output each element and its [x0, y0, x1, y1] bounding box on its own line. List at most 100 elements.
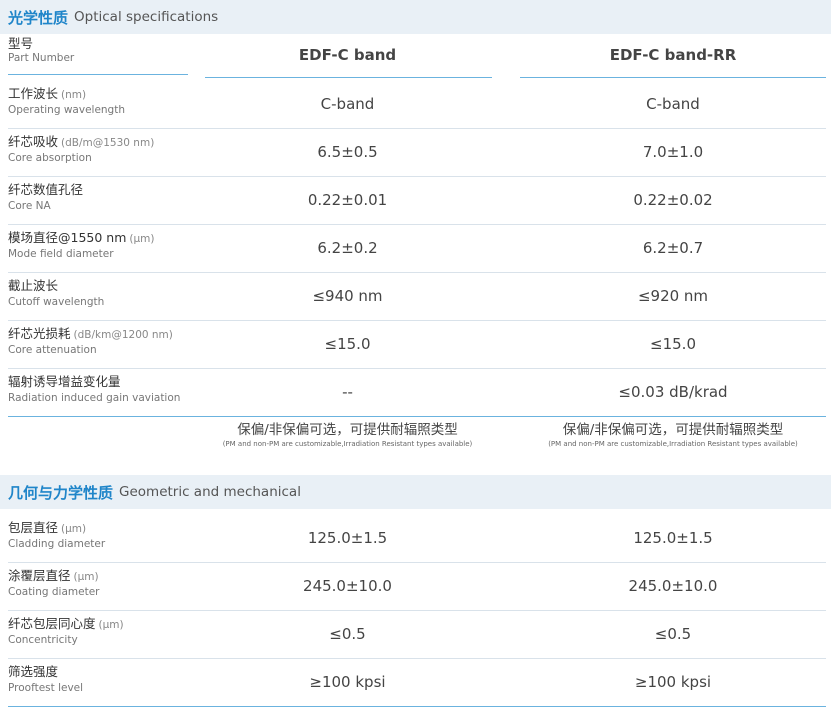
row-label-zh: 辐射诱导增益变化量 — [8, 374, 188, 391]
row-label-zh: 截止波长 — [8, 278, 188, 295]
row-divider — [8, 706, 826, 707]
row-label-en: Concentricity — [8, 634, 78, 646]
row-divider — [8, 610, 826, 611]
row-label-en: Radiation induced gain vaviation — [8, 392, 181, 404]
optical-title-zh: 光学性质 — [8, 8, 69, 27]
row-value-col1: 6.2±0.2 — [317, 239, 378, 257]
row-label-zh-text: 筛选强度 — [8, 664, 59, 679]
note-col1: 保偏/非保偏可选，可提供耐辐照类型 (PM and non-PM are cus… — [200, 422, 495, 449]
row-label-zh-text: 截止波长 — [8, 278, 59, 293]
row-label-zh: 包层直径 (μm) — [8, 520, 188, 537]
table-row: 纤芯数值孔径 Core NA 0.22±0.01 0.22±0.02 — [0, 178, 831, 226]
row-label-zh: 涂覆层直径 (μm) — [8, 568, 188, 585]
row-divider — [8, 224, 826, 225]
part-number-label: 型号 Part Number — [8, 36, 188, 65]
table-row: 模场直径@1550 nm (μm) Mode field diameter 6.2±0… — [0, 226, 831, 274]
row-label: 纤芯光损耗 (dB/km@1200 nm) Core attenuation — [8, 326, 188, 357]
row-value-col1: 125.0±1.5 — [307, 529, 388, 547]
row-value-col1: ≥100 kpsi — [309, 673, 386, 691]
row-label: 筛选强度 Prooftest level — [8, 664, 188, 695]
row-value-col2: ≤15.0 — [650, 335, 696, 353]
optical-section-header: 光学性质 Optical specifications — [0, 0, 831, 34]
row-label-en: Core absorption — [8, 152, 92, 164]
geometric-title-zh: 几何与力学性质 — [8, 483, 114, 502]
row-value-col2: 6.2±0.7 — [642, 239, 704, 257]
table-row: 工作波长 (nm) Operating wavelength C-band C-band — [0, 82, 831, 130]
row-label: 纤芯包层同心度 (μm) Concentricity — [8, 616, 188, 647]
row-value-col2: 7.0±1.0 — [642, 143, 704, 161]
table-row: 纤芯包层同心度 (μm) Concentricity ≤0.5 ≤0.5 — [0, 612, 831, 660]
row-label-zh-text: 纤芯光损耗 — [8, 326, 71, 341]
row-label-zh: 纤芯数值孔径 — [8, 182, 188, 199]
row-label-unit: (μm) — [98, 619, 124, 631]
divider — [205, 77, 492, 78]
row-divider — [8, 128, 826, 129]
row-divider — [8, 272, 826, 273]
row-divider — [8, 320, 826, 321]
divider — [520, 77, 826, 78]
row-label-zh-text: 辐射诱导增益变化量 — [8, 374, 121, 389]
row-label-zh-text: 纤芯包层同心度 — [8, 616, 96, 631]
row-label-en: Operating wavelength — [8, 104, 125, 116]
row-value-col2: ≤920 nm — [637, 287, 709, 305]
row-value-col1: -- — [342, 383, 353, 401]
table-row: 截止波长 Cutoff wavelength ≤940 nm ≤920 nm — [0, 274, 831, 322]
optical-title-en: Optical specifications — [74, 9, 219, 25]
row-label-en: Core attenuation — [8, 344, 97, 356]
row-divider — [8, 562, 826, 563]
row-value-col2: ≥100 kpsi — [634, 673, 712, 691]
note-col1-zh: 保偏/非保偏可选，可提供耐辐照类型 — [237, 422, 458, 438]
geometric-title-en: Geometric and mechanical — [119, 484, 301, 500]
note-col2-en: (PM and non-PM are customizable,Irradiat… — [548, 440, 798, 448]
table-row: 辐射诱导增益变化量 Radiation induced gain vaviatio… — [0, 370, 831, 418]
row-value-col2: 245.0±10.0 — [628, 577, 718, 595]
table-row: 筛选强度 Prooftest level ≥100 kpsi ≥100 kpsi — [0, 660, 831, 708]
row-divider — [8, 658, 826, 659]
row-label-unit: (dB/m@1530 nm) — [61, 137, 155, 149]
row-label-zh-text: 模场直径@1550 nm — [8, 230, 127, 245]
part-number-label-zh: 型号 — [8, 36, 34, 51]
row-value-col2: 0.22±0.02 — [633, 191, 713, 209]
row-value-col2: ≤0.5 — [654, 625, 692, 643]
row-value-col1: ≤0.5 — [329, 625, 366, 643]
table-row: 纤芯吸收 (dB/m@1530 nm) Core absorption 6.5±0.5… — [0, 130, 831, 178]
row-divider — [8, 176, 826, 177]
row-label-zh-text: 包层直径 — [8, 520, 59, 535]
row-label-zh: 筛选强度 — [8, 664, 188, 681]
row-label-zh-text: 纤芯数值孔径 — [8, 182, 84, 197]
geometric-section-header: 几何与力学性质 Geometric and mechanical — [0, 475, 831, 509]
note-col1-en: (PM and non-PM are customizable,Irradiat… — [222, 440, 473, 448]
row-label: 截止波长 Cutoff wavelength — [8, 278, 188, 309]
table-row: 纤芯光损耗 (dB/km@1200 nm) Core attenuation ≤15.… — [0, 322, 831, 370]
note-col2: 保偏/非保偏可选，可提供耐辐照类型 (PM and non-PM are cus… — [518, 422, 828, 449]
row-label-zh: 纤芯吸收 (dB/m@1530 nm) — [8, 134, 188, 151]
row-value-col1: ≤15.0 — [324, 335, 371, 353]
table-row: 包层直径 (μm) Cladding diameter 125.0±1.5 125.0±… — [0, 516, 831, 564]
note-col2-zh: 保偏/非保偏可选，可提供耐辐照类型 — [562, 422, 784, 438]
row-label-unit: (μm) — [61, 523, 87, 535]
row-value-col1: 0.22±0.01 — [307, 191, 388, 209]
row-value-col2: C-band — [646, 95, 700, 113]
row-value-col2: 125.0±1.5 — [633, 529, 713, 547]
row-label: 辐射诱导增益变化量 Radiation induced gain vaviatio… — [8, 374, 188, 405]
row-label-en: Core NA — [8, 200, 51, 212]
row-value-col1: 6.5±0.5 — [317, 143, 378, 161]
row-value-col1: 245.0±10.0 — [303, 577, 392, 595]
table-row: 涂覆层直径 (μm) Coating diameter 245.0±10.0 245.0… — [0, 564, 831, 612]
divider — [8, 74, 188, 75]
row-label-unit: (nm) — [61, 89, 87, 101]
note-row: 保偏/非保偏可选，可提供耐辐照类型 (PM and non-PM are cus… — [0, 422, 831, 462]
row-label: 涂覆层直径 (μm) Coating diameter — [8, 568, 188, 599]
row-label-zh-text: 纤芯吸收 — [8, 134, 59, 149]
row-label-zh-text: 涂覆层直径 — [8, 568, 71, 583]
row-label-en: Cutoff wavelength — [8, 296, 105, 308]
row-label-unit: (μm) — [129, 233, 155, 245]
row-divider — [8, 368, 826, 369]
row-label-zh: 模场直径@1550 nm (μm) — [8, 230, 188, 247]
row-label: 工作波长 (nm) Operating wavelength — [8, 86, 188, 117]
part-number-col1: EDF-C band — [298, 46, 397, 64]
row-label-zh: 纤芯包层同心度 (μm) — [8, 616, 188, 633]
part-number-row: 型号 Part Number EDF-C band EDF-C band-RR — [0, 36, 831, 78]
row-value-col2: ≤0.03 dB/krad — [618, 383, 728, 401]
part-number-col2: EDF-C band-RR — [609, 46, 737, 64]
